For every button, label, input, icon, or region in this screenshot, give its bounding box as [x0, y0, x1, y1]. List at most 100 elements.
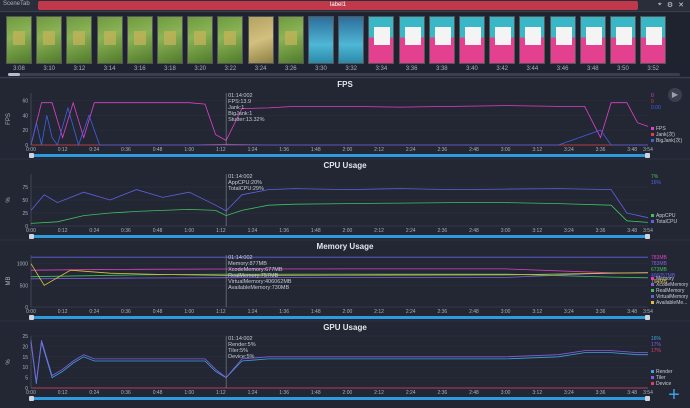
y-tick-label: 0 — [25, 224, 28, 230]
legend-entry: FPS — [656, 126, 666, 132]
time-range-scrollbar[interactable] — [31, 154, 648, 157]
current-value: 17% — [651, 342, 662, 348]
current-value: 0 — [651, 93, 654, 99]
thumbnail[interactable] — [579, 16, 606, 64]
thumbnail[interactable] — [217, 16, 244, 64]
label-tab-text: label1 — [329, 2, 346, 8]
legend-swatch — [651, 382, 654, 385]
thumbnail[interactable] — [6, 16, 32, 64]
thumbnail[interactable] — [489, 16, 516, 64]
thumbnail-time: 3:32 — [345, 66, 358, 72]
thumbnail[interactable] — [640, 16, 667, 64]
range-handle-right[interactable] — [645, 315, 650, 320]
y-tick-label: 20 — [22, 344, 28, 350]
range-handle-left[interactable] — [29, 315, 34, 320]
range-handle-right[interactable] — [645, 396, 650, 401]
cursor-value: BigJank:1 — [228, 111, 252, 117]
x-tick-label: 2:36 — [437, 390, 447, 396]
x-tick-label: 3:48 — [627, 390, 637, 396]
y-tick-label: 50 — [22, 198, 28, 204]
legend-swatch — [651, 301, 654, 304]
thumbnail[interactable] — [126, 16, 153, 64]
legend-swatch — [651, 370, 654, 373]
x-tick-label: 0:48 — [153, 147, 163, 153]
series-line — [30, 202, 649, 224]
thumbnail-scroll-thumb[interactable] — [8, 73, 20, 76]
cursor-time: 01:14:002 — [228, 174, 252, 180]
range-handle-left[interactable] — [29, 234, 34, 239]
time-range-scrollbar[interactable] — [31, 235, 648, 238]
cursor-value: Stutter:13.32% — [228, 117, 264, 123]
legend-entry: Jank(次) — [656, 131, 675, 138]
x-tick-label: 3:24 — [564, 309, 574, 315]
cursor-value: AppCPU:20% — [228, 180, 262, 186]
y-tick-label: 0 — [25, 386, 28, 392]
thumbnail[interactable] — [308, 16, 334, 64]
label-tab[interactable]: label1 — [38, 1, 638, 10]
legend-entry: BigJank(次) — [656, 137, 682, 144]
time-range-scrollbar[interactable] — [31, 397, 648, 400]
thumbnail-scrollbar[interactable] — [8, 73, 680, 76]
x-tick-label: 2:48 — [469, 147, 479, 153]
top-icons: ⌖ ⚙ ✕ — [658, 1, 684, 9]
legend-swatch — [651, 289, 654, 292]
x-tick-label: 3:12 — [532, 228, 542, 234]
x-tick-label: 3:24 — [564, 228, 574, 234]
location-icon[interactable]: ⌖ — [658, 1, 662, 9]
thumbnail[interactable] — [519, 16, 546, 64]
thumbnail[interactable] — [66, 16, 93, 64]
thumbnail[interactable] — [36, 16, 63, 64]
range-handle-left[interactable] — [29, 396, 34, 401]
range-handle-left[interactable] — [29, 153, 34, 158]
thumbnail-time: 3:08 — [13, 66, 25, 72]
x-tick-label: 2:00 — [343, 147, 353, 153]
legend-entry: TotalCPU — [656, 219, 678, 225]
cursor-time: 01:14:002 — [228, 255, 252, 261]
x-tick-label: 0:36 — [121, 147, 131, 153]
thumbnail[interactable] — [459, 16, 485, 64]
x-tick-label: 2:24 — [406, 228, 416, 234]
x-tick-label: 0:12 — [58, 147, 68, 153]
series-line — [30, 342, 648, 384]
legend-swatch — [651, 283, 654, 286]
x-tick-label: 3:36 — [596, 228, 606, 234]
x-tick-label: 1:12 — [216, 309, 226, 315]
thumbnail[interactable] — [247, 16, 274, 64]
x-tick-label: 0:00 — [26, 228, 36, 234]
thumbnail[interactable] — [549, 16, 576, 64]
cursor-time: 01:14:002 — [228, 93, 252, 99]
thumbnail-time: 3:46 — [556, 66, 569, 72]
y-tick-label: 0 — [25, 143, 28, 149]
legend-entry: Render — [656, 369, 673, 375]
x-tick-label: 2:00 — [343, 228, 353, 234]
y-tick-label: 75 — [22, 185, 28, 191]
x-tick-label: 0:00 — [26, 147, 36, 153]
thumbnail[interactable] — [157, 16, 183, 64]
thumbnail[interactable] — [398, 16, 425, 64]
y-tick-label: 15 — [22, 355, 28, 361]
add-icon[interactable]: + — [666, 385, 682, 405]
close-icon[interactable]: ✕ — [678, 1, 684, 9]
current-value: 16% — [651, 336, 662, 342]
thumbnail[interactable] — [610, 16, 636, 64]
thumbnail-time: 3:38 — [435, 66, 448, 72]
time-range-scrollbar[interactable] — [31, 316, 648, 319]
legend-entry: Memory — [656, 276, 675, 282]
range-handle-right[interactable] — [645, 153, 650, 158]
x-tick-label: 1:24 — [248, 147, 258, 153]
play-icon[interactable]: ▶ — [668, 88, 682, 102]
current-value: 794MB — [651, 279, 668, 285]
range-handle-right[interactable] — [645, 234, 650, 239]
thumbnail[interactable] — [338, 16, 365, 64]
thumbnail[interactable] — [428, 16, 455, 64]
thumbnail[interactable] — [368, 16, 395, 64]
settings-icon[interactable]: ⚙ — [667, 1, 673, 9]
thumbnail-time: 3:52 — [647, 66, 660, 72]
series-line — [30, 106, 648, 147]
scene-tab[interactable]: SceneTab — [3, 1, 30, 7]
thumbnail[interactable] — [277, 16, 304, 64]
y-tick-label: 20 — [22, 128, 28, 134]
y-tick-label: 25 — [22, 334, 28, 340]
thumbnail[interactable] — [187, 16, 214, 64]
thumbnail[interactable] — [96, 16, 123, 64]
